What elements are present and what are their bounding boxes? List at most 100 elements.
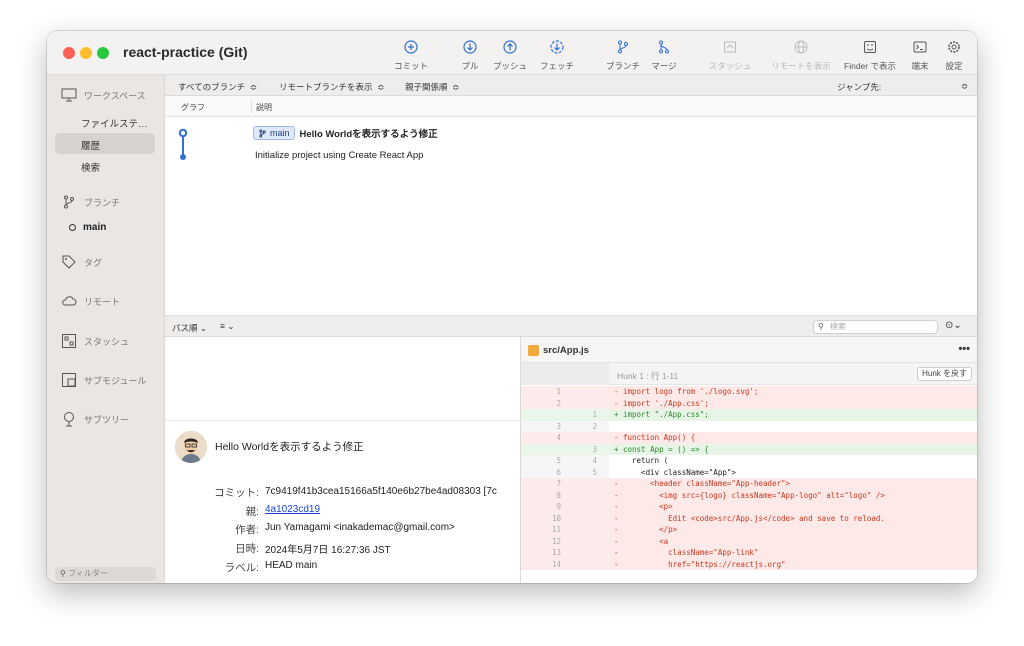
- commit-row[interactable]: main Hello Worldを表示するよう修正: [253, 126, 438, 140]
- column-divider[interactable]: [251, 100, 252, 113]
- avatar: [175, 431, 207, 463]
- graph-column-header[interactable]: グラフ: [181, 102, 205, 113]
- path-order-select[interactable]: パス順 ⌄: [172, 322, 207, 334]
- more-icon[interactable]: •••: [958, 343, 970, 355]
- parent-commit-link[interactable]: 4a1023cd19: [265, 504, 320, 515]
- show-remote-branches-select[interactable]: リモートブランチを表示 ≎: [279, 81, 384, 93]
- author-label: 作者:: [235, 524, 259, 536]
- parent-order-select[interactable]: 親子関係順 ≎: [405, 81, 459, 93]
- diff-sign: -: [614, 502, 619, 511]
- diff-line-gutter: 7: [521, 478, 609, 490]
- commit-graph: [178, 128, 188, 160]
- pull-button[interactable]: プル: [455, 39, 485, 73]
- diff-line[interactable]: 13 - className="App-link": [521, 547, 977, 559]
- jump-to-chevron-icon[interactable]: ≎: [961, 81, 968, 92]
- show-remote-button[interactable]: リモートを表示: [769, 39, 833, 73]
- diff-file-name: src/App.js: [543, 345, 589, 356]
- diff-line[interactable]: 14 - href="https://reactjs.org": [521, 558, 977, 570]
- sidebar-item-history[interactable]: 履歴: [81, 138, 100, 152]
- jump-to-label: ジャンプ先:: [837, 82, 882, 92]
- stash-box-icon: [62, 334, 76, 348]
- old-line-number: 3: [556, 421, 561, 431]
- diff-line[interactable]: 11 - </p>: [521, 524, 977, 536]
- diff-line[interactable]: 65 <div className="App">: [521, 466, 977, 478]
- show-in-finder-button[interactable]: Finder で表示: [841, 39, 899, 73]
- diff-line[interactable]: 8 - <img src={logo} className="App-logo" …: [521, 489, 977, 501]
- sidebar-item-file-status[interactable]: ファイルステ…: [81, 116, 148, 130]
- sidebar-submodules-label: サブモジュール: [84, 375, 147, 386]
- all-branches-select[interactable]: すべてのブランチ ≎: [178, 81, 257, 93]
- sidebar-filter-input[interactable]: ⚲ フィルター: [55, 567, 156, 581]
- new-line-number: 1: [592, 410, 597, 419]
- diff-sign: -: [614, 433, 619, 442]
- diff-line-gutter: 9: [521, 501, 609, 513]
- diff-line-gutter: 32: [521, 420, 609, 432]
- diff-line-gutter: 3: [521, 443, 609, 455]
- new-line-number: 4: [592, 456, 597, 465]
- diff-line[interactable]: 3 + const App = () => {: [521, 443, 977, 455]
- description-column-header[interactable]: 説明: [256, 102, 272, 113]
- sidebar-section-submodules[interactable]: サブモジュール: [61, 372, 146, 388]
- sidebar-section-branches[interactable]: ブランチ: [61, 194, 120, 210]
- fetch-label: フェッチ: [539, 61, 574, 71]
- sidebar-section-workspace[interactable]: ワークスペース: [61, 88, 146, 102]
- old-line-number: 5: [556, 456, 561, 465]
- diff-line[interactable]: 4 - function App() {: [521, 432, 977, 444]
- arrow-up-circle-icon: [503, 40, 517, 54]
- diff-line[interactable]: 1 - import logo from './logo.svg';: [521, 386, 977, 398]
- sidebar-item-branch-main[interactable]: main: [69, 222, 106, 233]
- diff-line-text: <header className="App-header">: [623, 479, 791, 488]
- sidebar-section-stashes[interactable]: スタッシュ: [61, 333, 129, 349]
- diff-line[interactable]: 12 - <a: [521, 535, 977, 547]
- sidebar: ワークスペース ファイルステ… 履歴 検索 ブランチ main タグ リモート …: [47, 75, 165, 583]
- old-line-number: 14: [551, 559, 561, 569]
- settings-button[interactable]: 設定: [941, 39, 967, 73]
- list-view-menu[interactable]: ≡ ⌄: [220, 321, 234, 332]
- merge-button[interactable]: マージ: [647, 39, 681, 73]
- diff-line[interactable]: 32: [521, 420, 977, 432]
- sidebar-section-tags[interactable]: タグ: [61, 254, 102, 270]
- sidebar-branches-label: ブランチ: [84, 197, 121, 208]
- commit-title: Hello Worldを表示するよう修正: [215, 441, 364, 453]
- diff-line[interactable]: 2 - import './App.css';: [521, 397, 977, 409]
- push-button[interactable]: プッシュ: [490, 39, 530, 73]
- sidebar-item-search[interactable]: 検索: [81, 160, 100, 174]
- commit-row[interactable]: Initialize project using Create React Ap…: [255, 150, 423, 161]
- stash-button[interactable]: スタッシュ: [705, 39, 755, 73]
- tag-icon: [62, 255, 76, 269]
- file-search-input[interactable]: ⚲ 検索: [813, 320, 938, 334]
- diff-sign: -: [614, 548, 619, 557]
- diff-line-text: <a: [623, 536, 669, 546]
- branch-button[interactable]: ブランチ: [602, 39, 644, 73]
- sidebar-stashes-label: スタッシュ: [84, 336, 130, 347]
- diff-line[interactable]: 54 return (: [521, 455, 977, 467]
- diff-line-gutter: 13: [521, 547, 609, 559]
- monitor-icon: [61, 88, 77, 102]
- settings-label: 設定: [945, 61, 963, 71]
- fetch-button[interactable]: フェッチ: [535, 39, 579, 73]
- push-label: プッシュ: [492, 61, 527, 71]
- stash-label: スタッシュ: [708, 61, 752, 71]
- diff-line[interactable]: 7 - <header className="App-header">: [521, 478, 977, 490]
- diff-line[interactable]: 10 - Edit <code>src/App.js</code> and sav…: [521, 512, 977, 524]
- branch-icon: [64, 195, 74, 209]
- diff-line-gutter: 1: [521, 386, 609, 398]
- minimize-window-button[interactable]: [80, 47, 92, 59]
- gear-icon: [948, 41, 960, 53]
- show-remote-branches-label: リモートブランチを表示: [279, 82, 373, 92]
- terminal-button[interactable]: 端末: [907, 39, 933, 73]
- hunk-label: Hunk 1 : 行 1-11: [617, 371, 679, 381]
- close-window-button[interactable]: [63, 47, 75, 59]
- more-options-icon[interactable]: ⊙⌄: [945, 320, 962, 331]
- sidebar-section-remotes[interactable]: リモート: [61, 294, 120, 308]
- diff-sign: -: [614, 525, 619, 534]
- branch-badge-label: main: [270, 128, 290, 138]
- search-icon: ⚲: [818, 322, 824, 331]
- revert-hunk-button[interactable]: Hunk を戻す: [917, 367, 972, 381]
- commit-button[interactable]: コミット: [389, 39, 433, 73]
- sidebar-section-subtrees[interactable]: サブツリー: [61, 411, 129, 427]
- zoom-window-button[interactable]: [97, 47, 109, 59]
- diff-line[interactable]: 9 - <p>: [521, 501, 977, 513]
- diff-line[interactable]: 1 + import "./App.css";: [521, 409, 977, 421]
- commit-info-panel: Hello Worldを表示するよう修正 コミット: 7c9419f41b3ce…: [165, 421, 519, 583]
